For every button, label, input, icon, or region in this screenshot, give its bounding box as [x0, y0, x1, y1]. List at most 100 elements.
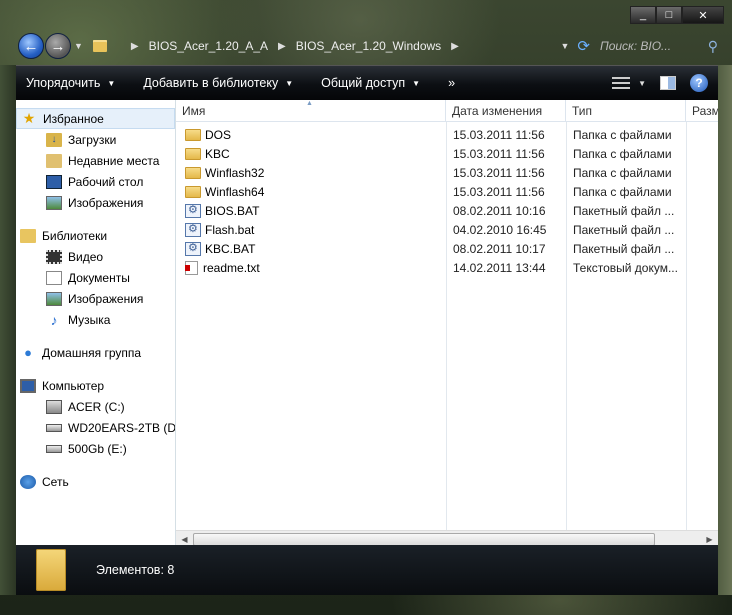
table-row[interactable]: BIOS.BAT 08.02.2011 10:16 Пакетный файл ..… — [176, 201, 718, 220]
nav-computer[interactable]: Компьютер — [16, 375, 175, 396]
nav-desktop[interactable]: Рабочий стол — [16, 171, 175, 192]
file-type: Пакетный файл ... — [573, 203, 675, 218]
file-type: Текстовый докум... — [573, 260, 678, 275]
preview-pane-icon[interactable] — [660, 76, 676, 90]
network-icon — [20, 474, 36, 489]
text-file-icon — [185, 260, 198, 275]
table-row[interactable]: KBC 15.03.2011 11:56 Папка с файлами — [176, 144, 718, 163]
file-name: KBC.BAT — [205, 241, 256, 256]
column-label: Имя — [182, 103, 206, 118]
file-type: Папка с файлами — [573, 165, 672, 180]
views-icon — [612, 77, 631, 89]
nav-network[interactable]: Сеть — [16, 471, 175, 492]
nav-recent-places[interactable]: Недавние места — [16, 150, 175, 171]
nav-label: Изображения — [68, 195, 144, 210]
nav-label: 500Gb (E:) — [68, 441, 127, 456]
breadcrumb-item[interactable]: BIOS_Acer_1.20_A_A — [149, 39, 268, 53]
share-button[interactable]: Общий доступ ▼ — [321, 76, 420, 90]
pictures-icon — [46, 195, 62, 210]
back-arrow-icon: ← — [23, 37, 39, 55]
organize-button[interactable]: Упорядочить ▼ — [26, 76, 115, 90]
nav-homegroup[interactable]: ● Домашняя группа — [16, 342, 175, 363]
nav-music[interactable]: ♪ Музыка — [16, 309, 175, 330]
address-bar[interactable]: ▶ BIOS_Acer_1.20_A_A ▶ BIOS_Acer_1.20_Wi… — [92, 34, 600, 58]
item-count: Элементов: 8 — [96, 563, 175, 577]
help-icon[interactable]: ? — [690, 74, 708, 92]
minimize-button[interactable]: _ — [630, 6, 656, 24]
column-label: Разм — [692, 103, 718, 118]
batch-file-icon — [185, 222, 201, 237]
forward-button[interactable]: → — [45, 33, 71, 59]
folder-icon — [36, 549, 66, 591]
nav-library-pictures[interactable]: Изображения — [16, 288, 175, 309]
nav-drive-c[interactable]: ACER (C:) — [16, 396, 175, 417]
history-dropdown-icon[interactable]: ▼ — [74, 41, 83, 51]
add-to-library-button[interactable]: Добавить в библиотеку ▼ — [143, 76, 293, 90]
nav-label: Видео — [68, 249, 104, 264]
documents-icon — [46, 270, 62, 285]
file-date: 15.03.2011 11:56 — [453, 165, 545, 180]
file-name: Winflash64 — [205, 184, 265, 199]
add-to-library-label: Добавить в библиотеку — [143, 76, 279, 90]
column-header-date[interactable]: Дата изменения — [446, 100, 566, 121]
nav-label: Недавние места — [68, 153, 160, 168]
chevron-right-icon[interactable]: ▶ — [278, 41, 286, 52]
views-button[interactable]: ▼ — [612, 77, 646, 89]
file-date: 15.03.2011 11:56 — [453, 184, 545, 199]
nav-drive-e[interactable]: 500Gb (E:) — [16, 438, 175, 459]
file-type: Пакетный файл ... — [573, 222, 675, 237]
close-button[interactable]: ✕ — [682, 6, 724, 24]
file-date: 15.03.2011 11:56 — [453, 127, 545, 142]
refresh-icon[interactable]: ⟳ — [577, 37, 590, 55]
system-drive-icon — [46, 399, 62, 414]
caption-buttons: _ □ ✕ — [630, 6, 724, 24]
nav-libraries[interactable]: Библиотеки — [16, 225, 175, 246]
computer-icon — [20, 378, 36, 393]
nav-video[interactable]: Видео — [16, 246, 175, 267]
folder-icon — [92, 40, 107, 52]
hard-drive-icon — [46, 444, 62, 453]
file-date: 15.03.2011 11:56 — [453, 146, 545, 161]
nav-label: Документы — [68, 270, 130, 285]
chevron-down-icon: ▼ — [285, 78, 294, 88]
details-pane: Элементов: 8 — [16, 545, 718, 595]
back-button[interactable]: ← — [18, 33, 44, 59]
column-header-size[interactable]: Разм — [686, 100, 718, 121]
file-date: 08.02.2011 10:16 — [453, 203, 546, 218]
table-row[interactable]: readme.txt 14.02.2011 13:44 Текстовый доку… — [176, 258, 718, 277]
file-type: Пакетный файл ... — [573, 241, 675, 256]
nav-drive-d[interactable]: WD20EARS-2TB (D:) — [16, 417, 175, 438]
more-commands-button[interactable]: » — [448, 76, 455, 90]
nav-label: Библиотеки — [42, 228, 108, 243]
chevron-right-icon[interactable]: ▶ — [451, 41, 459, 52]
scrollbar-thumb[interactable] — [193, 532, 655, 546]
table-row[interactable]: DOS 15.03.2011 11:56 Папка с файлами — [176, 125, 718, 144]
navigation-pane: ★ Избранное ↓ Загрузки Недавние места Ра… — [16, 100, 176, 546]
table-row[interactable]: Flash.bat 04.02.2010 16:45 Пакетный файл .… — [176, 220, 718, 239]
batch-file-icon — [185, 203, 201, 218]
nav-downloads[interactable]: ↓ Загрузки — [16, 129, 175, 150]
nav-label: Рабочий стол — [68, 174, 144, 189]
music-note-icon: ♪ — [50, 311, 58, 328]
column-headers: ▲ Имя Дата изменения Тип Разм — [176, 100, 718, 122]
folder-icon — [185, 185, 201, 198]
nav-pictures[interactable]: Изображения — [16, 192, 175, 213]
table-row[interactable]: Winflash32 15.03.2011 11:56 Папка с файлам… — [176, 163, 718, 182]
column-header-name[interactable]: ▲ Имя — [176, 100, 446, 121]
breadcrumb-item[interactable]: BIOS_Acer_1.20_Windows — [296, 39, 441, 53]
nav-favorites[interactable]: ★ Избранное — [16, 108, 175, 129]
nav-documents[interactable]: Документы — [16, 267, 175, 288]
search-input[interactable]: Поиск: BIO... ⚲ — [600, 38, 718, 55]
search-icon[interactable]: ⚲ — [708, 38, 718, 55]
address-dropdown-icon[interactable]: ▼ — [561, 41, 570, 51]
sort-ascending-icon: ▲ — [306, 100, 313, 107]
column-label: Тип — [572, 103, 593, 118]
table-row[interactable]: KBC.BAT 08.02.2011 10:17 Пакетный файл ... — [176, 239, 718, 258]
file-date: 14.02.2011 13:44 — [453, 260, 546, 275]
column-header-type[interactable]: Тип — [566, 100, 686, 121]
forward-arrow-icon: → — [50, 37, 66, 55]
file-name: KBC — [205, 146, 230, 161]
maximize-button[interactable]: □ — [656, 6, 682, 24]
chevron-right-icon[interactable]: ▶ — [131, 41, 139, 52]
table-row[interactable]: Winflash64 15.03.2011 11:56 Папка с файлам… — [176, 182, 718, 201]
